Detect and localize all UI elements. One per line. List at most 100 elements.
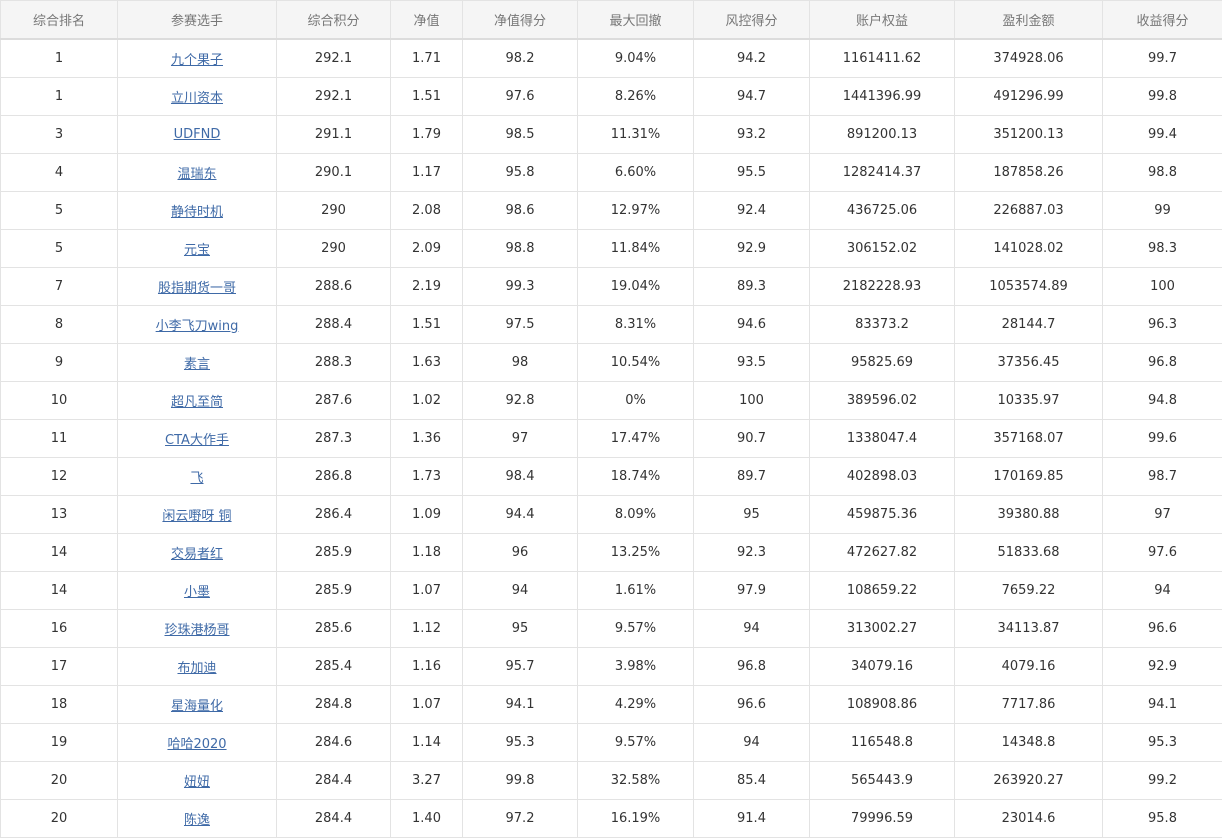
contestant-link[interactable]: 飞 [190,471,203,486]
net-value-score-cell: 95.8 [462,153,578,192]
profit-amount-cell: 263920.27 [954,761,1103,800]
contestant-cell: 小墨 [117,571,277,610]
contestant-cell: UDFND [117,115,277,154]
max-drawdown-cell: 8.09% [577,495,694,534]
contestant-link[interactable]: 布加迪 [177,661,216,676]
contestant-link[interactable]: 闲云嘢呀 铜 [162,509,231,524]
header-return-score: 收益得分 [1102,0,1222,40]
account-equity-cell: 565443.9 [809,761,955,800]
net-value-cell: 1.07 [390,685,463,724]
rank-cell: 14 [0,533,118,572]
rank-cell: 20 [0,761,118,800]
risk-score-cell: 94 [693,723,810,762]
contestant-link[interactable]: 静待时机 [171,205,223,220]
profit-amount-cell: 357168.07 [954,419,1103,458]
contestant-link[interactable]: 超凡至简 [171,395,223,410]
rank-cell: 5 [0,229,118,268]
table-row: 13 闲云嘢呀 铜 286.4 1.09 94.4 8.09% 95 459875.36 393… [0,495,1222,534]
risk-score-cell: 91.4 [693,799,810,838]
contestant-link[interactable]: 陈逸 [184,813,210,828]
contestant-link[interactable]: 哈哈2020 [167,737,226,752]
net-value-score-cell: 92.8 [462,381,578,420]
contestant-link[interactable]: 妞妞 [184,775,210,790]
return-score-cell: 96.3 [1102,305,1222,344]
overall-score-cell: 286.4 [276,495,391,534]
table-row: 9 素言 288.3 1.63 98 10.54% 93.5 95825.69 37356.45… [0,343,1222,382]
return-score-cell: 99.2 [1102,761,1222,800]
net-value-score-cell: 98.5 [462,115,578,154]
contestant-cell: 交易者红 [117,533,277,572]
net-value-cell: 1.40 [390,799,463,838]
rank-cell: 20 [0,799,118,838]
risk-score-cell: 92.3 [693,533,810,572]
contestant-link[interactable]: 星海量化 [171,699,223,714]
account-equity-cell: 83373.2 [809,305,955,344]
rank-cell: 1 [0,38,118,78]
risk-score-cell: 94 [693,609,810,648]
max-drawdown-cell: 6.60% [577,153,694,192]
table-row: 5 元宝 290 2.09 98.8 11.84% 92.9 306152.02 141028.… [0,229,1222,268]
risk-score-cell: 93.2 [693,115,810,154]
max-drawdown-cell: 8.26% [577,77,694,116]
profit-amount-cell: 7659.22 [954,571,1103,610]
max-drawdown-cell: 1.61% [577,571,694,610]
max-drawdown-cell: 3.98% [577,647,694,686]
contestant-link[interactable]: 温瑞东 [177,167,216,182]
account-equity-cell: 108908.86 [809,685,955,724]
ranking-table-container: 综合排名 参赛选手 综合积分 净值 净值得分 最大回撤 风控得分 账户权益 盈利… [0,0,1222,839]
profit-amount-cell: 141028.02 [954,229,1103,268]
header-overall-rank: 综合排名 [0,0,118,40]
contestant-link[interactable]: 元宝 [184,243,210,258]
table-row: 14 交易者红 285.9 1.18 96 13.25% 92.3 472627.82 5183… [0,533,1222,572]
contestant-link[interactable]: 九个果子 [171,53,223,68]
return-score-cell: 96.8 [1102,343,1222,382]
net-value-cell: 1.14 [390,723,463,762]
account-equity-cell: 313002.27 [809,609,955,648]
net-value-cell: 1.09 [390,495,463,534]
max-drawdown-cell: 9.04% [577,38,694,78]
profit-amount-cell: 10335.97 [954,381,1103,420]
header-contestant: 参赛选手 [117,0,277,40]
table-body: 1 九个果子 292.1 1.71 98.2 9.04% 94.2 1161411.62 374… [0,38,1222,838]
contestant-link[interactable]: 小李飞刀wing [156,319,239,334]
contestant-link[interactable]: CTA大作手 [165,433,229,448]
net-value-score-cell: 95.7 [462,647,578,686]
rank-cell: 17 [0,647,118,686]
account-equity-cell: 1161411.62 [809,38,955,78]
contestant-link[interactable]: 小墨 [184,585,210,600]
risk-score-cell: 96.8 [693,647,810,686]
return-score-cell: 97.6 [1102,533,1222,572]
net-value-score-cell: 95 [462,609,578,648]
overall-score-cell: 285.4 [276,647,391,686]
contestant-link[interactable]: 素言 [184,357,210,372]
rank-cell: 3 [0,115,118,154]
contestant-link[interactable]: 股指期货一哥 [158,281,236,296]
risk-score-cell: 94.2 [693,38,810,78]
contestant-cell: 妞妞 [117,761,277,800]
contestant-link[interactable]: 珍珠港杨哥 [164,623,229,638]
profit-amount-cell: 374928.06 [954,38,1103,78]
contestant-link[interactable]: UDFND [174,127,221,142]
net-value-score-cell: 97.5 [462,305,578,344]
contestant-link[interactable]: 立川资本 [171,91,223,106]
return-score-cell: 98.3 [1102,229,1222,268]
max-drawdown-cell: 16.19% [577,799,694,838]
table-row: 18 星海量化 284.8 1.07 94.1 4.29% 96.6 108908.86 771… [0,685,1222,724]
net-value-score-cell: 98.8 [462,229,578,268]
overall-score-cell: 285.9 [276,571,391,610]
net-value-cell: 1.71 [390,38,463,78]
profit-amount-cell: 14348.8 [954,723,1103,762]
risk-score-cell: 93.5 [693,343,810,382]
table-row: 5 静待时机 290 2.08 98.6 12.97% 92.4 436725.06 22688… [0,191,1222,230]
max-drawdown-cell: 13.25% [577,533,694,572]
contestant-cell: 超凡至简 [117,381,277,420]
net-value-cell: 1.12 [390,609,463,648]
header-overall-score: 综合积分 [276,0,391,40]
return-score-cell: 94 [1102,571,1222,610]
max-drawdown-cell: 8.31% [577,305,694,344]
rank-cell: 7 [0,267,118,306]
contestant-link[interactable]: 交易者红 [171,547,223,562]
rank-cell: 8 [0,305,118,344]
account-equity-cell: 459875.36 [809,495,955,534]
profit-amount-cell: 39380.88 [954,495,1103,534]
